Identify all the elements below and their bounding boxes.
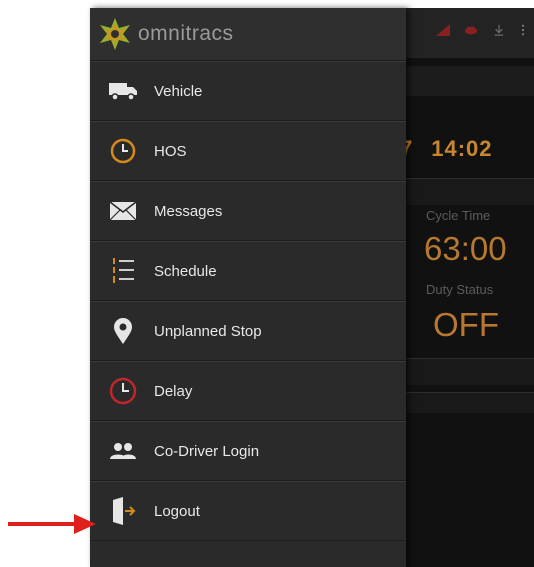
cycle-time-value: 63:00 — [424, 230, 507, 267]
menu-label: Delay — [154, 382, 193, 400]
time-value: 14:02 — [431, 136, 493, 161]
duty-status-label: Duty Status — [426, 282, 494, 297]
menu-label: Messages — [154, 202, 223, 220]
menu-item-vehicle[interactable]: Vehicle — [90, 61, 406, 121]
current-time: 7 14:02 — [400, 136, 511, 162]
menu-item-unplanned-stop[interactable]: Unplanned Stop — [90, 301, 406, 361]
omnitracs-logo-icon — [100, 18, 130, 50]
menu-label: Vehicle — [154, 82, 203, 100]
menu-label: HOS — [154, 142, 187, 160]
menu-item-co-driver-login[interactable]: Co-Driver Login — [90, 421, 406, 481]
menu-label: Schedule — [154, 262, 217, 280]
duty-status-value: OFF — [433, 306, 499, 343]
menu-item-messages[interactable]: Messages — [90, 181, 406, 241]
navigation-drawer: omnitracs Vehicle HOS Messages Schedule … — [90, 8, 406, 567]
clock-icon — [104, 136, 142, 166]
menu-item-logout[interactable]: Logout — [90, 481, 406, 541]
menu-label: Logout — [154, 502, 200, 520]
envelope-icon — [104, 196, 142, 226]
truck-icon — [104, 76, 142, 106]
users-icon — [104, 436, 142, 466]
menu-label: Co-Driver Login — [154, 442, 260, 460]
signal-icon — [436, 24, 450, 36]
menu-item-schedule[interactable]: Schedule — [90, 241, 406, 301]
cloud-icon — [464, 26, 478, 35]
menu-item-hos[interactable]: HOS — [90, 121, 406, 181]
menu-item-delay[interactable]: Delay — [90, 361, 406, 421]
exit-door-icon — [104, 496, 142, 526]
menu-label: Unplanned Stop — [154, 322, 262, 340]
download-icon — [494, 24, 504, 36]
annotation-arrow-icon — [8, 514, 96, 534]
brand-name: omnitracs — [138, 22, 234, 45]
list-icon — [104, 256, 142, 286]
drawer-header: omnitracs — [90, 8, 406, 61]
map-pin-icon — [104, 316, 142, 346]
clock-red-icon — [104, 376, 142, 406]
cycle-time-label: Cycle Time — [426, 208, 491, 223]
status-icons — [436, 24, 526, 36]
overflow-menu-icon[interactable] — [520, 24, 526, 36]
